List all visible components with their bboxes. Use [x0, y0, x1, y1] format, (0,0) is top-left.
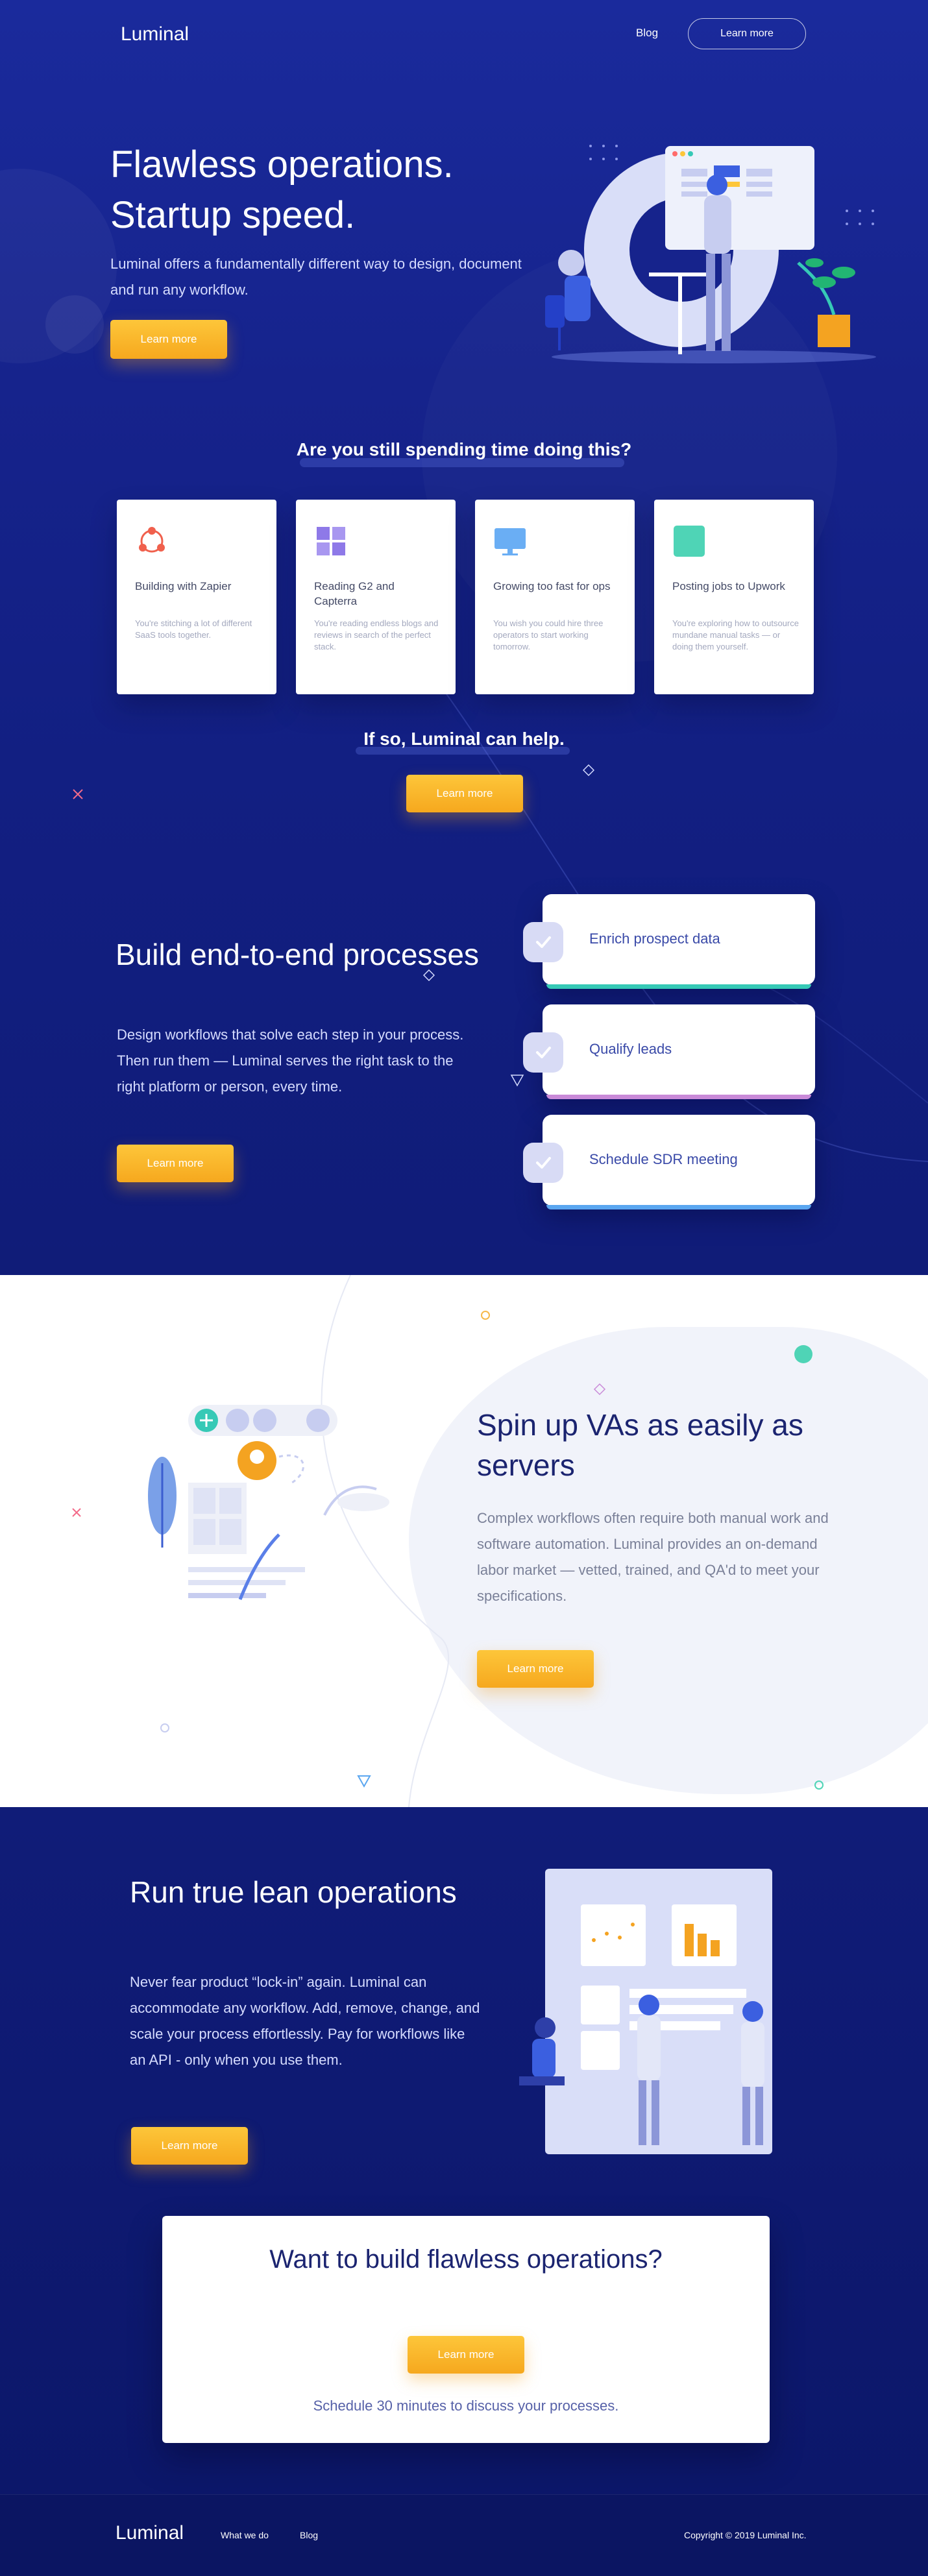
help-learn-more-button[interactable]: Learn more	[406, 775, 523, 812]
footer: Luminal What we do Blog Copyright © 2019…	[0, 2494, 928, 2576]
pain-card-text: You're exploring how to outsource mundan…	[672, 618, 799, 651]
pain-card: Posting jobs to Upwork You're exploring …	[654, 500, 814, 694]
lean-description: Never fear product “lock-in” again. Lumi…	[130, 1974, 480, 2068]
pain-card: Building with Zapier You're stitching a …	[117, 500, 276, 694]
lean-illustration	[519, 1869, 772, 2154]
hero-learn-more-button[interactable]: Learn more	[110, 320, 227, 359]
copyright: Copyright © 2019 Luminal Inc.	[684, 2530, 807, 2540]
hero-illustration	[545, 145, 876, 363]
pain-card-text: You're reading endless blogs and reviews…	[314, 618, 439, 651]
pain-card-title: Posting jobs to Upwork	[672, 580, 785, 592]
cross-decoration	[73, 789, 83, 799]
lean-section: Run true lean operations Never fear prod…	[0, 1807, 928, 2494]
lean-learn-more-button[interactable]: Learn more	[131, 2127, 248, 2165]
va-description: Complex workflows often require both man…	[477, 1510, 829, 1604]
pain-card-title: Building with Zapier	[135, 580, 232, 592]
footer-logo[interactable]: Luminal	[116, 2522, 184, 2544]
triangle-decoration	[510, 1075, 524, 1087]
pain-card: Reading G2 and Capterra You're reading e…	[296, 500, 456, 694]
build-learn-more-button[interactable]: Learn more	[117, 1145, 234, 1182]
va-section: Spin up VAs as easily as servers Complex…	[0, 1275, 928, 1807]
check-icon	[523, 1143, 563, 1183]
step-accent-bar	[546, 1205, 811, 1209]
step-accent-bar	[546, 984, 811, 989]
pain-card-text: You're stitching a lot of different SaaS…	[135, 618, 252, 640]
hero-title: Flawless operations. Startup speed.	[110, 140, 565, 241]
monitor-icon	[495, 528, 526, 555]
top-section: Luminal Blog Learn more Flawless operati…	[0, 0, 928, 1275]
step-accent-bar	[546, 1095, 811, 1099]
square-icon	[674, 526, 705, 557]
build-description: Design workflows that solve each step in…	[117, 1027, 464, 1095]
top-nav: Luminal Blog Learn more	[0, 0, 928, 68]
footer-link-what-we-do[interactable]: What we do	[221, 2530, 269, 2540]
final-cta-card: Want to build flawless operations? Learn…	[162, 2216, 770, 2443]
va-illustration	[148, 1405, 389, 1600]
help-title: If so, Luminal can help.	[363, 729, 565, 749]
workflow-step-card: Enrich prospect data	[543, 894, 815, 989]
hero-title-line2: Startup speed.	[110, 194, 356, 236]
final-learn-more-button[interactable]: Learn more	[408, 2336, 524, 2374]
pain-card-title: Reading G2 and Capterra	[314, 580, 395, 607]
pain-section-title: Are you still spending time doing this?	[296, 439, 632, 459]
nav-learn-more-button[interactable]: Learn more	[688, 18, 806, 49]
build-title: Build end-to-end processes	[116, 938, 479, 971]
workflow-step-card: Schedule SDR meeting	[543, 1115, 815, 1209]
pain-card: Growing too fast for ops You wish you co…	[475, 500, 635, 694]
pain-card-text: You wish you could hire three operators …	[493, 618, 604, 651]
hero-title-line1: Flawless operations.	[110, 143, 454, 186]
lean-title: Run true lean operations	[130, 1875, 457, 1909]
nav-link-blog[interactable]: Blog	[636, 27, 658, 40]
brand-logo[interactable]: Luminal	[121, 23, 189, 45]
workflow-step-label: Qualify leads	[589, 1041, 672, 1057]
pain-card-title: Growing too fast for ops	[493, 580, 611, 592]
check-icon	[523, 922, 563, 962]
va-learn-more-button[interactable]: Learn more	[477, 1650, 594, 1688]
final-cta-note: Schedule 30 minutes to discuss your proc…	[313, 2398, 619, 2414]
workflow-step-label: Enrich prospect data	[589, 930, 720, 947]
final-cta-title: Want to build flawless operations?	[269, 2245, 663, 2274]
workflow-step-card: Qualify leads	[543, 1004, 815, 1099]
va-title: Spin up VAs as easily as servers	[477, 1408, 803, 1482]
diamond-decoration	[583, 764, 594, 776]
check-icon	[523, 1032, 563, 1073]
zapier-network-icon	[139, 527, 165, 553]
footer-link-blog[interactable]: Blog	[300, 2530, 318, 2540]
grid-icon	[317, 527, 345, 555]
hero-subtitle: Luminal offers a fundamentally different…	[110, 256, 522, 298]
workflow-step-label: Schedule SDR meeting	[589, 1151, 738, 1167]
